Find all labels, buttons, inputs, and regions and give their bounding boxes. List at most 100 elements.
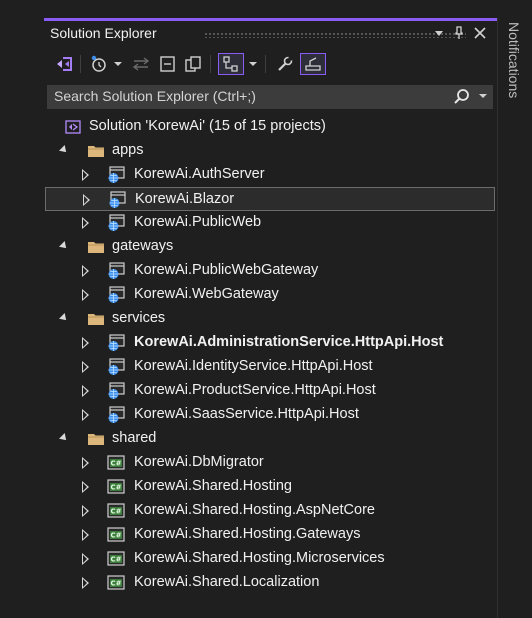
- project-node[interactable]: C# KorewAi.Shared.Hosting.Gateways: [44, 523, 497, 547]
- solution-explorer-panel: Solution Explorer Search Solution Explor…: [44, 18, 497, 618]
- csharp-project-icon: C#: [107, 526, 125, 544]
- search-box[interactable]: Search Solution Explorer (Ctrl+;): [47, 85, 493, 109]
- project-label: KorewAi.Shared.Hosting.Gateways: [134, 526, 361, 542]
- expanded-arrow-icon[interactable]: [59, 241, 69, 251]
- collapsed-arrow-icon[interactable]: [83, 194, 90, 206]
- collapsed-arrow-icon[interactable]: [82, 409, 89, 421]
- web-project-icon: [107, 214, 125, 232]
- search-icon[interactable]: [453, 88, 471, 109]
- window-position-dropdown-icon[interactable]: [430, 24, 448, 42]
- folder-apps[interactable]: apps: [44, 139, 497, 163]
- project-label: KorewAi.Shared.Localization: [134, 574, 320, 590]
- expanded-arrow-icon[interactable]: [59, 313, 69, 323]
- pending-changes-filter-icon[interactable]: [88, 53, 110, 75]
- folder-label: gateways: [112, 238, 174, 254]
- project-label: KorewAi.IdentityService.HttpApi.Host: [134, 358, 373, 374]
- left-gutter: [0, 0, 44, 618]
- folder-shared[interactable]: shared: [44, 427, 497, 451]
- web-project-icon: [107, 166, 125, 184]
- project-node[interactable]: KorewAi.Blazor: [45, 187, 495, 211]
- toolbar-separator: [210, 55, 211, 73]
- tree-view-icon[interactable]: [218, 53, 244, 75]
- filter-dropdown-icon[interactable]: [112, 53, 124, 75]
- view-dropdown-icon[interactable]: [247, 53, 259, 75]
- panel-title: Solution Explorer: [50, 25, 157, 41]
- project-node[interactable]: KorewAi.SaasService.HttpApi.Host: [44, 403, 497, 427]
- expanded-arrow-icon[interactable]: [59, 433, 69, 443]
- notifications-side-tab[interactable]: Notifications: [497, 18, 532, 618]
- project-node[interactable]: KorewAi.PublicWebGateway: [44, 259, 497, 283]
- csharp-project-icon: C#: [107, 478, 125, 496]
- collapse-all-icon[interactable]: [157, 53, 179, 75]
- project-node[interactable]: C# KorewAi.Shared.Hosting: [44, 475, 497, 499]
- web-project-icon: [107, 262, 125, 280]
- collapsed-arrow-icon[interactable]: [82, 577, 89, 589]
- svg-text:C#: C#: [110, 580, 121, 588]
- project-label: KorewAi.PublicWeb: [134, 214, 262, 230]
- svg-text:C#: C#: [110, 508, 121, 516]
- project-label: KorewAi.DbMigrator: [134, 454, 264, 470]
- solution-icon: [64, 118, 82, 136]
- web-project-icon: [108, 191, 126, 209]
- web-project-icon: [107, 286, 125, 304]
- folder-gateways[interactable]: gateways: [44, 235, 497, 259]
- web-project-icon: [107, 334, 125, 352]
- folder-label: shared: [112, 430, 157, 446]
- solution-node[interactable]: Solution 'KorewAi' (15 of 15 projects): [44, 115, 497, 139]
- project-node[interactable]: KorewAi.WebGateway: [44, 283, 497, 307]
- solution-label: Solution 'KorewAi' (15 of 15 projects): [89, 118, 326, 134]
- panel-titlebar: Solution Explorer: [44, 21, 497, 47]
- collapsed-arrow-icon[interactable]: [82, 265, 89, 277]
- project-label: KorewAi.PublicWebGateway: [134, 262, 319, 278]
- project-node[interactable]: KorewAi.PublicWeb: [44, 211, 497, 235]
- drag-grip[interactable]: [204, 32, 466, 38]
- project-node[interactable]: KorewAi.IdentityService.HttpApi.Host: [44, 355, 497, 379]
- collapsed-arrow-icon[interactable]: [82, 337, 89, 349]
- project-node[interactable]: C# KorewAi.Shared.Hosting.AspNetCore: [44, 499, 497, 523]
- notifications-tab-label: Notifications: [506, 22, 522, 99]
- close-icon[interactable]: [471, 24, 489, 42]
- project-label: KorewAi.SaasService.HttpApi.Host: [134, 406, 359, 422]
- preview-selected-items-icon[interactable]: [300, 53, 326, 75]
- switch-views-icon[interactable]: [53, 53, 75, 75]
- pin-icon[interactable]: [450, 24, 468, 42]
- search-placeholder: Search Solution Explorer (Ctrl+;): [54, 88, 256, 104]
- folder-services[interactable]: services: [44, 307, 497, 331]
- panel-toolbar: [44, 47, 497, 79]
- folder-icon: [87, 430, 105, 448]
- project-node[interactable]: C# KorewAi.Shared.Localization: [44, 571, 497, 595]
- project-label: KorewAi.Shared.Hosting.AspNetCore: [134, 502, 375, 518]
- collapsed-arrow-icon[interactable]: [82, 289, 89, 301]
- folder-label: apps: [112, 142, 144, 158]
- collapsed-arrow-icon[interactable]: [82, 217, 89, 229]
- project-node[interactable]: KorewAi.AuthServer: [44, 163, 497, 187]
- csharp-project-icon: C#: [107, 574, 125, 592]
- project-node[interactable]: C# KorewAi.DbMigrator: [44, 451, 497, 475]
- collapsed-arrow-icon[interactable]: [82, 385, 89, 397]
- show-all-files-icon[interactable]: [182, 53, 204, 75]
- folder-icon: [87, 238, 105, 256]
- toolbar-separator: [80, 55, 81, 73]
- project-label: KorewAi.AuthServer: [134, 166, 265, 182]
- collapsed-arrow-icon[interactable]: [82, 529, 89, 541]
- collapsed-arrow-icon[interactable]: [82, 457, 89, 469]
- collapsed-arrow-icon[interactable]: [82, 553, 89, 565]
- project-label: KorewAi.Blazor: [135, 191, 235, 207]
- collapsed-arrow-icon[interactable]: [82, 361, 89, 373]
- expanded-arrow-icon[interactable]: [59, 145, 69, 155]
- web-project-icon: [107, 382, 125, 400]
- project-label: KorewAi.AdministrationService.HttpApi.Ho…: [134, 334, 444, 350]
- sync-with-active-document-icon[interactable]: [130, 53, 152, 75]
- project-node[interactable]: KorewAi.ProductService.HttpApi.Host: [44, 379, 497, 403]
- project-label: KorewAi.ProductService.HttpApi.Host: [134, 382, 376, 398]
- properties-wrench-icon[interactable]: [274, 53, 296, 75]
- search-options-dropdown-icon[interactable]: [479, 94, 487, 98]
- project-node[interactable]: C# KorewAi.Shared.Hosting.Microservices: [44, 547, 497, 571]
- svg-text:C#: C#: [110, 532, 121, 540]
- collapsed-arrow-icon[interactable]: [82, 169, 89, 181]
- collapsed-arrow-icon[interactable]: [82, 505, 89, 517]
- svg-text:C#: C#: [110, 484, 121, 492]
- project-label: KorewAi.Shared.Hosting.Microservices: [134, 550, 385, 566]
- collapsed-arrow-icon[interactable]: [82, 481, 89, 493]
- project-node[interactable]: KorewAi.AdministrationService.HttpApi.Ho…: [44, 331, 497, 355]
